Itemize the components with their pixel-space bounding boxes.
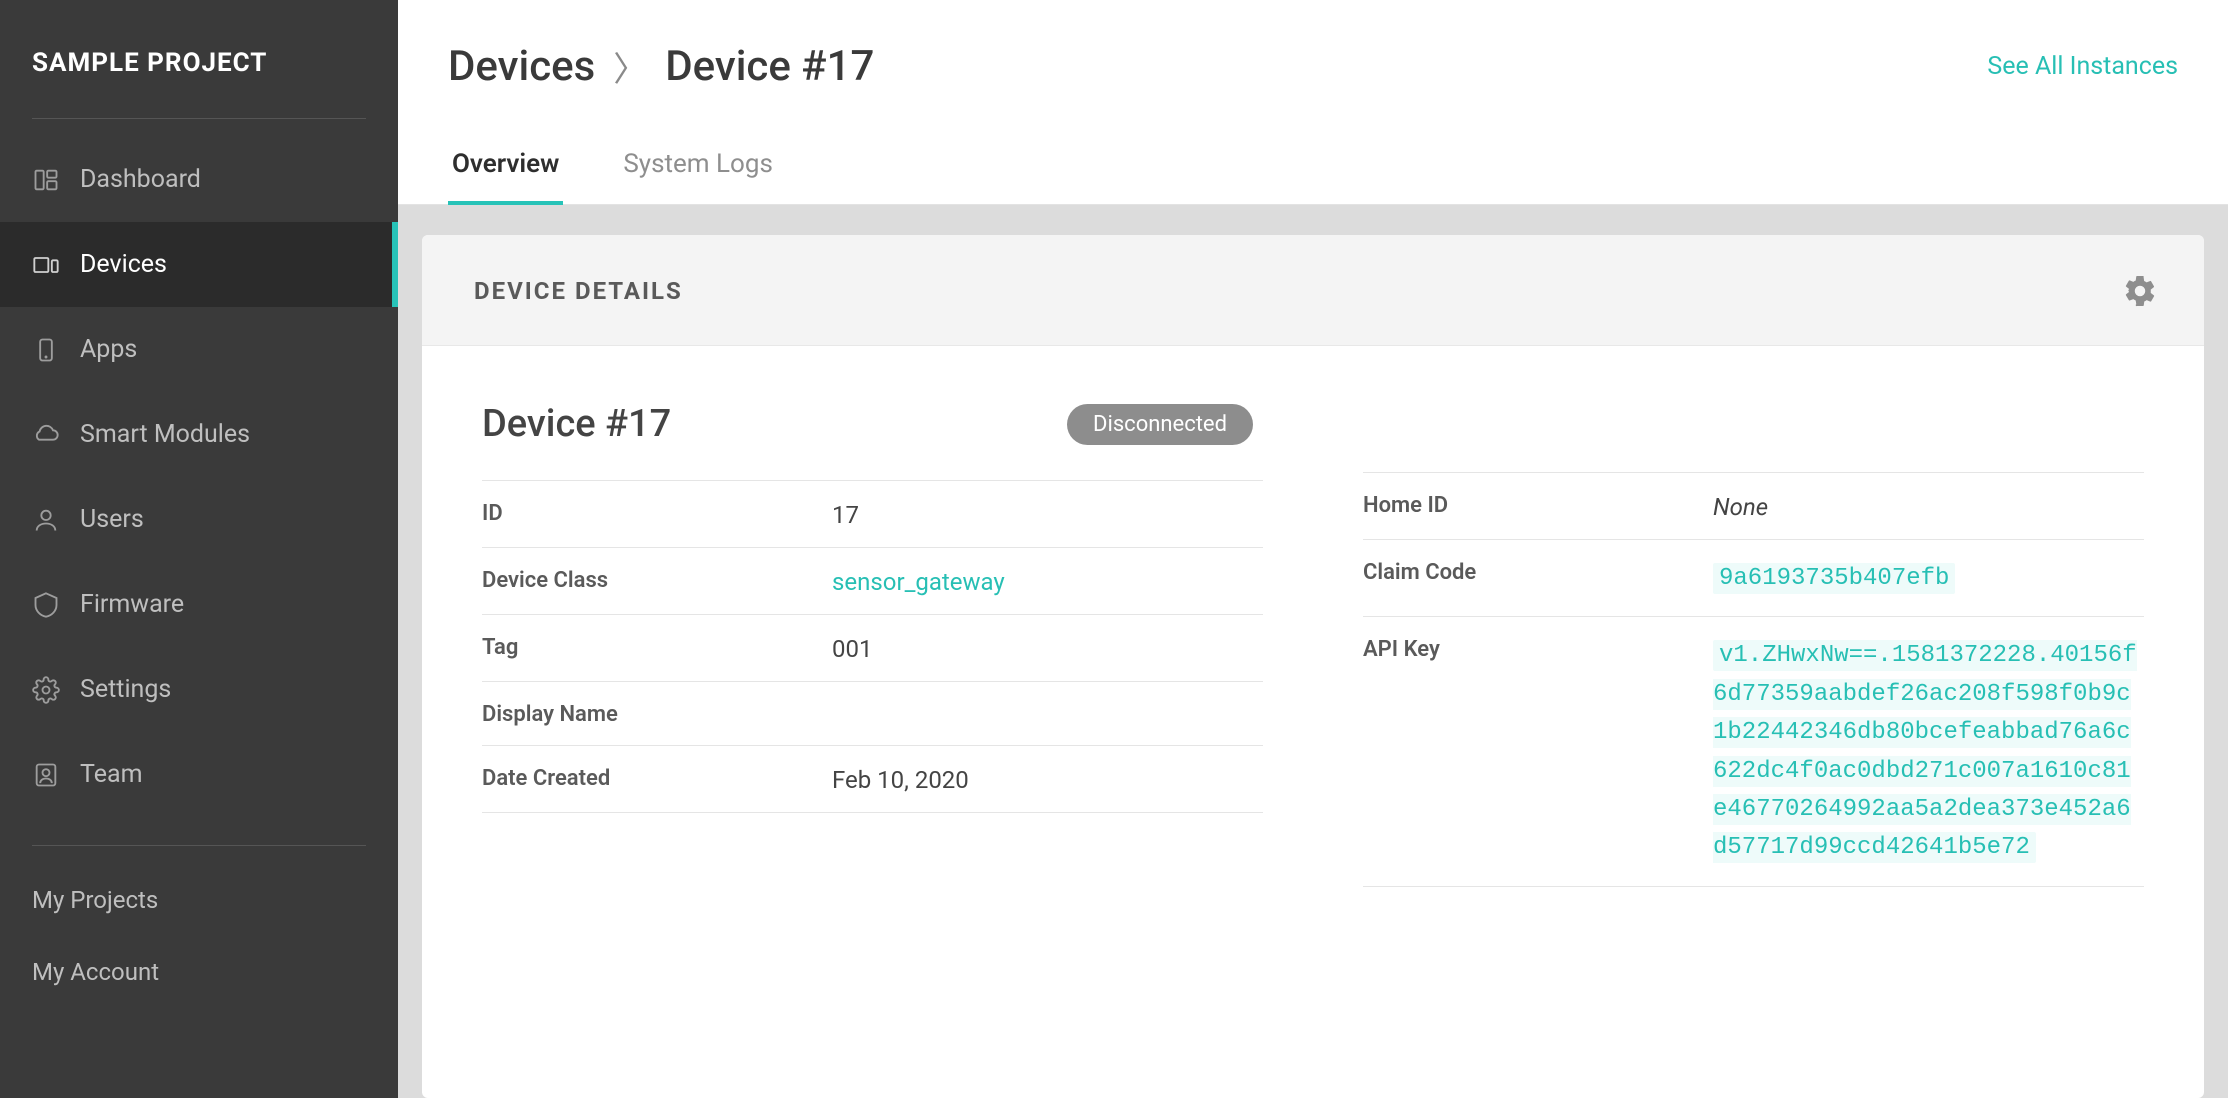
sidebar-item-settings[interactable]: Settings bbox=[0, 647, 398, 732]
detail-value: Feb 10, 2020 bbox=[832, 766, 1263, 794]
page-header: Devices 〉 Device #17 See All Instances bbox=[398, 0, 2228, 91]
cloud-icon bbox=[32, 421, 60, 449]
sidebar-item-devices[interactable]: Devices bbox=[0, 222, 398, 307]
see-all-instances-link[interactable]: See All Instances bbox=[1987, 52, 2178, 81]
breadcrumb-root[interactable]: Devices bbox=[448, 42, 595, 91]
api-key-value[interactable]: v1.ZHwxNw==.1581372228.40156f6d77359aabd… bbox=[1713, 640, 2137, 863]
user-icon bbox=[32, 506, 60, 534]
detail-row-date-created: Date Created Feb 10, 2020 bbox=[482, 745, 1263, 813]
detail-value: 17 bbox=[832, 501, 1263, 529]
sidebar-item-label: Firmware bbox=[80, 590, 184, 619]
detail-value: None bbox=[1713, 493, 2144, 521]
tab-system-logs[interactable]: System Logs bbox=[619, 149, 777, 204]
detail-value: 001 bbox=[832, 635, 1263, 663]
tab-overview[interactable]: Overview bbox=[448, 149, 563, 205]
breadcrumb: Devices 〉 Device #17 bbox=[448, 42, 874, 91]
detail-row-home-id: Home ID None bbox=[1363, 472, 2144, 539]
details-right-column: Home ID None Claim Code 9a6193735b407efb… bbox=[1363, 402, 2144, 887]
sidebar-item-label: Apps bbox=[80, 335, 137, 364]
sidebar-link-my-projects[interactable]: My Projects bbox=[0, 864, 398, 936]
detail-label: Tag bbox=[482, 635, 832, 660]
detail-row-claim-code: Claim Code 9a6193735b407efb bbox=[1363, 539, 2144, 616]
sidebar-item-smart-modules[interactable]: Smart Modules bbox=[0, 392, 398, 477]
detail-label: Device Class bbox=[482, 568, 832, 593]
sidebar-item-apps[interactable]: Apps bbox=[0, 307, 398, 392]
details-left-column: Device #17 Disconnected ID 17 Device Cla… bbox=[482, 402, 1263, 887]
settings-gear-icon[interactable] bbox=[2122, 273, 2158, 309]
sidebar-item-dashboard[interactable]: Dashboard bbox=[0, 137, 398, 222]
detail-label: Date Created bbox=[482, 766, 832, 791]
sidebar-item-label: Team bbox=[80, 760, 143, 789]
apps-icon bbox=[32, 336, 60, 364]
chevron-right-icon: 〉 bbox=[613, 42, 647, 91]
sidebar-item-label: Devices bbox=[80, 250, 167, 279]
sidebar-divider bbox=[32, 118, 366, 119]
detail-row-tag: Tag 001 bbox=[482, 614, 1263, 681]
claim-code-value[interactable]: 9a6193735b407efb bbox=[1713, 563, 1955, 594]
tabs: Overview System Logs bbox=[398, 149, 2228, 205]
gear-icon bbox=[32, 676, 60, 704]
firmware-icon bbox=[32, 591, 60, 619]
sidebar-link-my-account[interactable]: My Account bbox=[0, 936, 398, 1008]
status-badge: Disconnected bbox=[1067, 404, 1253, 445]
sidebar-divider-2 bbox=[32, 845, 366, 846]
sidebar-item-label: Settings bbox=[80, 675, 171, 704]
main-content: Devices 〉 Device #17 See All Instances O… bbox=[398, 0, 2228, 1098]
breadcrumb-current: Device #17 bbox=[665, 42, 874, 91]
sidebar: SAMPLE PROJECT Dashboard Devices Apps Sm… bbox=[0, 0, 398, 1098]
detail-row-id: ID 17 bbox=[482, 480, 1263, 547]
sidebar-item-label: Users bbox=[80, 505, 144, 534]
device-details-panel: DEVICE DETAILS Device #17 Disconnected I… bbox=[422, 235, 2204, 1098]
devices-icon bbox=[32, 251, 60, 279]
sidebar-item-users[interactable]: Users bbox=[0, 477, 398, 562]
sidebar-item-team[interactable]: Team bbox=[0, 732, 398, 817]
sidebar-item-firmware[interactable]: Firmware bbox=[0, 562, 398, 647]
detail-row-display-name: Display Name bbox=[482, 681, 1263, 745]
sidebar-item-label: Smart Modules bbox=[80, 420, 250, 449]
detail-row-device-class: Device Class sensor_gateway bbox=[482, 547, 1263, 614]
detail-label: Display Name bbox=[482, 702, 832, 727]
dashboard-icon bbox=[32, 166, 60, 194]
panel-body: Device #17 Disconnected ID 17 Device Cla… bbox=[422, 346, 2204, 927]
panel-title: DEVICE DETAILS bbox=[474, 277, 683, 305]
device-class-link[interactable]: sensor_gateway bbox=[832, 568, 1263, 596]
device-name: Device #17 bbox=[482, 402, 671, 446]
detail-label: Home ID bbox=[1363, 493, 1713, 518]
detail-row-api-key: API Key v1.ZHwxNw==.1581372228.40156f6d7… bbox=[1363, 616, 2144, 886]
team-icon bbox=[32, 761, 60, 789]
panel-header: DEVICE DETAILS bbox=[422, 235, 2204, 346]
detail-label: API Key bbox=[1363, 637, 1713, 662]
detail-label: ID bbox=[482, 501, 832, 526]
project-title: SAMPLE PROJECT bbox=[32, 48, 366, 78]
detail-label: Claim Code bbox=[1363, 560, 1713, 585]
content-background: DEVICE DETAILS Device #17 Disconnected I… bbox=[398, 205, 2228, 1098]
sidebar-item-label: Dashboard bbox=[80, 165, 201, 194]
